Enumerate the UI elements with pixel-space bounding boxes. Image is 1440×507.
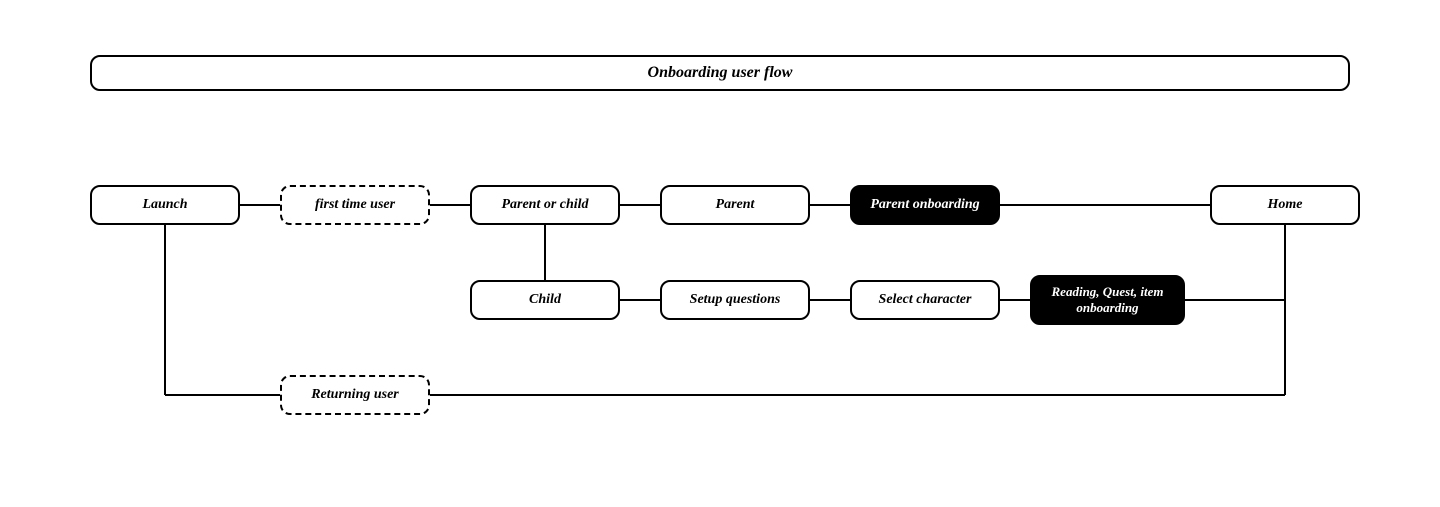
node-returning-user: Returning user	[280, 375, 430, 415]
node-first-time-user-label: first time user	[315, 197, 395, 214]
node-parent: Parent	[660, 185, 810, 225]
node-returning-user-label: Returning user	[311, 387, 399, 404]
node-parent-onboarding: Parent onboarding	[850, 185, 1000, 225]
node-setup-questions: Setup questions	[660, 280, 810, 320]
node-launch: Launch	[90, 185, 240, 225]
connectors	[0, 0, 1440, 507]
node-select-character-label: Select character	[879, 292, 972, 309]
node-parent-or-child-label: Parent or child	[501, 197, 588, 214]
node-parent-or-child: Parent or child	[470, 185, 620, 225]
node-reading-quest: Reading, Quest, item onboarding	[1030, 275, 1185, 325]
node-home: Home	[1210, 185, 1360, 225]
node-select-character: Select character	[850, 280, 1000, 320]
node-first-time-user: first time user	[280, 185, 430, 225]
node-parent-label: Parent	[716, 197, 755, 214]
node-home-label: Home	[1268, 197, 1303, 214]
node-child-label: Child	[529, 292, 561, 309]
node-child: Child	[470, 280, 620, 320]
node-reading-quest-label: Reading, Quest, item onboarding	[1038, 284, 1177, 315]
flow-canvas: Launch first time user Parent or child P…	[0, 0, 1440, 507]
node-parent-onboarding-label: Parent onboarding	[870, 197, 979, 214]
node-setup-questions-label: Setup questions	[690, 292, 781, 309]
node-launch-label: Launch	[142, 197, 187, 214]
